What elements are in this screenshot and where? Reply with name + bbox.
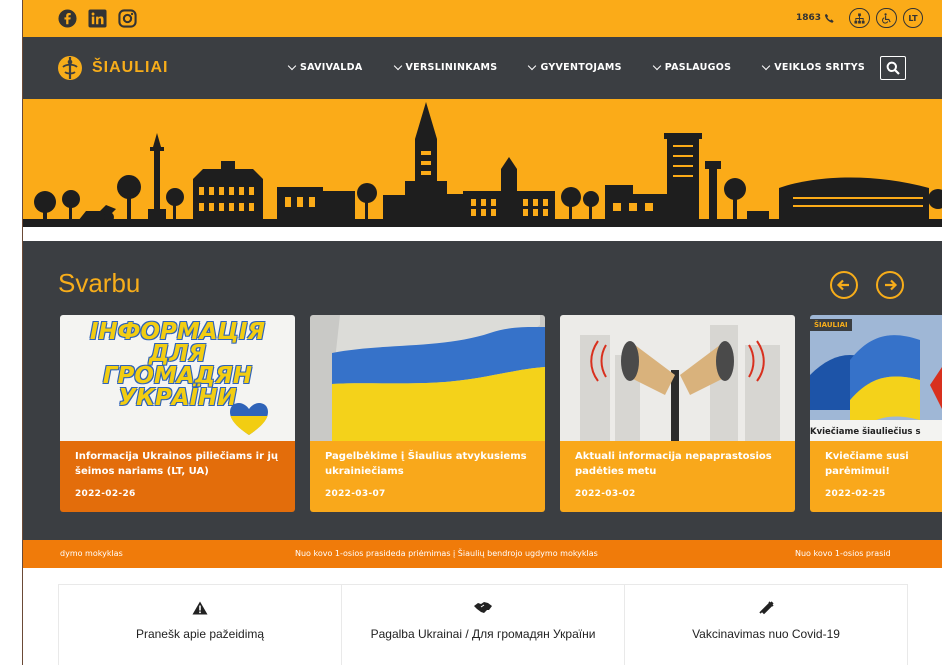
- card-image-text: ДЛЯ: [148, 341, 207, 367]
- news-card[interactable]: ІНФОРМАЦІЯ ДЛЯ ГРОМАДЯН УКРАЇНИ Informac…: [60, 315, 295, 512]
- facebook-icon[interactable]: [57, 8, 77, 28]
- quick-link-label-lt: Pagalba Ukrainai /: [370, 627, 472, 641]
- top-bar: 1863 LT: [23, 0, 942, 37]
- card-title: Kviečiame susi parėmimui!: [825, 451, 909, 477]
- section-title: Svarbu: [58, 268, 141, 298]
- social-links: [57, 8, 137, 28]
- arrow-left-icon: [836, 279, 849, 291]
- arrow-right-icon: [885, 279, 898, 291]
- search-button[interactable]: [880, 56, 906, 80]
- site-logo[interactable]: ŠIAULIAI: [57, 55, 168, 81]
- search-icon: [886, 61, 900, 75]
- phone-number: 1863: [795, 13, 821, 23]
- instagram-icon[interactable]: [117, 8, 137, 28]
- card-date: 2022-02-25: [825, 489, 886, 499]
- news-card[interactable]: ŠIAULIAI Kviečiame šiauliečius s Kviečia…: [810, 315, 942, 512]
- wheelchair-icon: [882, 12, 891, 24]
- syringe-icon: [759, 601, 774, 615]
- quick-link-label: Vakcinavimas nuo Covid-19: [692, 627, 840, 641]
- language-button[interactable]: LT: [903, 8, 923, 28]
- nav-item-gyventojams[interactable]: GYVENTOJAMS: [528, 61, 622, 73]
- phone-link[interactable]: 1863: [796, 13, 835, 24]
- card-date: 2022-02-26: [75, 489, 136, 499]
- card-image-flags: ŠIAULIAI Kviečiame šiauliečius s: [810, 315, 942, 441]
- chevron-down-icon: [528, 61, 537, 71]
- carousel-prev-button[interactable]: [830, 271, 858, 299]
- card-badge: ŠIAULIAI: [810, 319, 852, 331]
- card-body: Kviečiame susi parėmimui!: [810, 441, 942, 512]
- chevron-down-icon: [287, 61, 297, 71]
- logo-text: ŠIAULIAI: [92, 59, 169, 76]
- nav-menu: SAVIVALDA VERSLININKAMS GYVENTOJAMS PASL…: [287, 61, 866, 73]
- phone-icon: [824, 13, 834, 23]
- quick-links: Pranešk apie pažeidimą Pagalba Ukrainai …: [58, 584, 908, 665]
- card-overlay-text: Kviečiame šiauliečius s: [810, 427, 921, 437]
- heart-icon: [230, 403, 268, 435]
- nav-item-label: VEIKLOS SRITYS: [774, 62, 866, 73]
- card-badge-text: ŠIAULIAI: [814, 321, 848, 329]
- page-frame: 1863 LT ŠIAULIAI SAVIVALDA VERSLININKAMS…: [22, 0, 942, 665]
- card-body: Aktuali informacija nepaprastosios padėt…: [560, 441, 795, 512]
- card-body: Pagelbėkime į Šiaulius atvykusiems ukrai…: [310, 441, 545, 512]
- card-date: 2022-03-07: [325, 489, 386, 499]
- card-image-ukraine-info: ІНФОРМАЦІЯ ДЛЯ ГРОМАДЯН УКРАЇНИ: [60, 315, 295, 441]
- accessibility-button[interactable]: [876, 8, 897, 28]
- sitemap-button[interactable]: [849, 8, 870, 28]
- sun-archer-logo-icon: [58, 56, 82, 80]
- nav-item-veiklos-sritys[interactable]: VEIKLOS SRITYS: [762, 61, 866, 73]
- city-skyline-banner: [23, 99, 942, 227]
- skyline-illustration: [23, 102, 942, 227]
- nav-item-paslaugos[interactable]: PASLAUGOS: [652, 61, 732, 73]
- nav-item-label: VERSLININKAMS: [405, 62, 498, 73]
- nav-item-label: PASLAUGOS: [664, 62, 732, 73]
- card-title: Informacija Ukrainos piliečiams ir jų še…: [75, 451, 279, 477]
- banner-strip: [23, 227, 942, 241]
- quick-link-label: Pagalba Ukrainai / Для громадян України: [371, 627, 596, 641]
- carousel-next-button[interactable]: [876, 271, 904, 299]
- quick-link-label-ua: Для громадян України: [471, 627, 596, 641]
- card-image-text: ІНФОРМАЦІЯ: [89, 319, 266, 345]
- quick-link-vaccination[interactable]: Vakcinavimas nuo Covid-19: [625, 584, 908, 665]
- chevron-down-icon: [762, 61, 771, 71]
- nav-item-savivalda[interactable]: SAVIVALDA: [287, 61, 363, 73]
- news-card[interactable]: Pagelbėkime į Šiaulius atvykusiems ukrai…: [310, 315, 545, 512]
- ticker-item[interactable]: dymo mokyklas: [60, 549, 123, 558]
- main-navigation: ŠIAULIAI SAVIVALDA VERSLININKAMS GYVENTO…: [23, 37, 942, 99]
- handshake-icon: [474, 602, 492, 613]
- ticker-item[interactable]: Nuo kovo 1-osios prasideda priėmimas į Š…: [295, 549, 598, 558]
- news-ticker: dymo mokyklas Nuo kovo 1-osios prasideda…: [23, 540, 942, 568]
- card-image-megaphones: [560, 315, 795, 441]
- ticker-item[interactable]: Nuo kovo 1-osios prasid: [795, 549, 891, 558]
- svarbu-section: Svarbu ІНФОРМАЦІЯ ДЛЯ ГРОМАДЯН УКРАЇНИ I…: [23, 241, 942, 540]
- linkedin-icon[interactable]: [87, 8, 107, 28]
- top-bar-tools: 1863 LT: [796, 8, 923, 28]
- nav-item-label: GYVENTOJAMS: [540, 62, 622, 73]
- card-title: Aktuali informacija nepaprastosios padėt…: [575, 451, 772, 477]
- card-date: 2022-03-02: [575, 489, 636, 499]
- nav-item-label: SAVIVALDA: [300, 62, 363, 73]
- chevron-down-icon: [652, 61, 661, 71]
- news-card[interactable]: Aktuali informacija nepaprastosios padėt…: [560, 315, 795, 512]
- warning-icon: [192, 601, 208, 615]
- card-title: Pagelbėkime į Šiaulius atvykusiems ukrai…: [325, 451, 527, 477]
- card-image-ukraine-flag: [310, 315, 545, 441]
- quick-link-label: Pranešk apie pažeidimą: [135, 627, 265, 641]
- nav-item-verslininkams[interactable]: VERSLININKAMS: [393, 61, 498, 73]
- quick-link-help-ukraine[interactable]: Pagalba Ukrainai / Для громадян України: [342, 584, 625, 665]
- chevron-down-icon: [393, 61, 402, 71]
- quick-link-report-violation[interactable]: Pranešk apie pažeidimą: [58, 584, 342, 665]
- news-carousel: ІНФОРМАЦІЯ ДЛЯ ГРОМАДЯН УКРАЇНИ Informac…: [60, 315, 942, 512]
- card-image-text: ГРОМАДЯН: [102, 363, 253, 389]
- card-body: Informacija Ukrainos piliečiams ir jų še…: [60, 441, 295, 512]
- sitemap-icon: [854, 12, 865, 24]
